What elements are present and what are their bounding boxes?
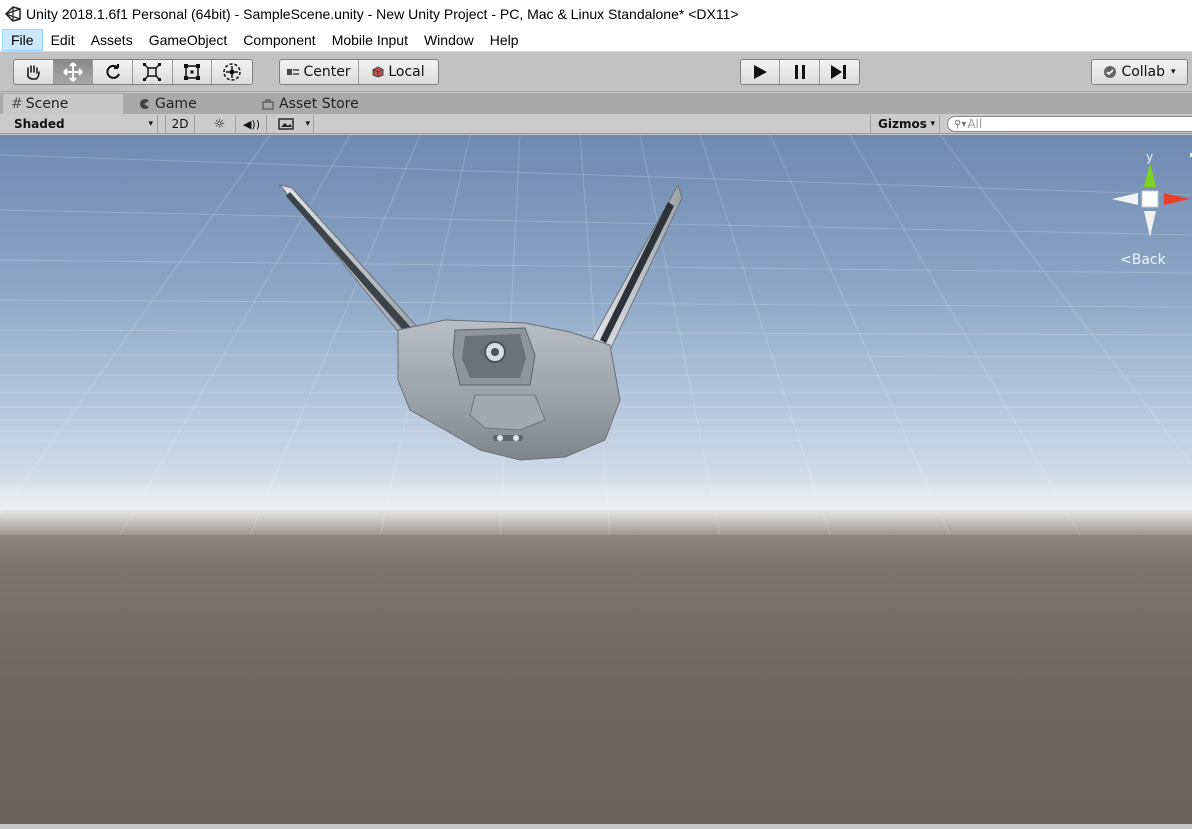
bottom-divider [0,824,1192,829]
tab-game[interactable]: Game [130,94,250,114]
chevron-down-icon: ▾ [930,119,935,129]
pause-icon [794,65,805,79]
tab-game-label: Game [155,96,197,112]
check-circle-icon [1104,66,1117,78]
window-title: Unity 2018.1.6f1 Personal (64bit) - Samp… [26,6,739,22]
tab-asset-store-label: Asset Store [279,96,359,112]
hand-icon [27,65,41,80]
audio-toggle[interactable]: ◀)) [237,115,267,133]
menu-file[interactable]: File [2,28,43,51]
rotate-icon [106,64,120,79]
scene-search-input[interactable]: ⚲▾ All [947,116,1192,132]
move-icon [63,62,83,82]
gizmo-y-label: y [1146,150,1153,164]
rotate-tool-button[interactable] [93,60,134,84]
scene-search-placeholder: All [967,117,983,131]
menu-window[interactable]: Window [416,29,482,51]
transform-icon [223,63,241,81]
lighting-toggle[interactable]: ☼ [204,115,236,133]
shading-mode-label: Shaded [14,117,65,131]
menu-bar: File Edit Assets GameObject Component Mo… [0,28,1192,52]
toggle-2d-label: 2D [171,117,189,131]
cube-icon [372,66,384,78]
gizmo-view-label[interactable]: <Back [1120,252,1166,268]
menu-assets[interactable]: Assets [83,29,141,51]
image-icon [278,118,294,130]
gizmo-center-cube[interactable] [1141,190,1159,208]
menu-mobile-input[interactable]: Mobile Input [324,29,416,51]
play-button[interactable] [741,60,781,84]
scale-icon [143,63,162,81]
orientation-gizmo[interactable]: y [1104,145,1192,255]
rect-icon [184,64,201,80]
pivot-local-label: Local [388,64,425,80]
scale-tool-button[interactable] [133,60,173,84]
title-bar: Unity 2018.1.6f1 Personal (64bit) - Samp… [0,0,1192,28]
speaker-icon: ◀)) [242,117,261,131]
transform-tool-button[interactable] [212,60,252,84]
chevron-down-icon: ▾ [1171,67,1176,77]
bag-icon [262,99,274,110]
hand-tool-button[interactable] [14,60,54,84]
gizmo-back-label: Back [1131,252,1166,268]
scene-viewport[interactable]: y <Back [0,135,1192,824]
chevron-left-icon: < [1120,252,1132,268]
main-toolbar: Center Local Collab ▾ [0,52,1192,92]
editor-tabs: # Scene Game Asset Store [0,93,1192,114]
pacman-icon [140,99,149,109]
toggle-2d-button[interactable]: 2D [165,115,195,133]
scene-options-bar: Shaded ▾ 2D ☼ ◀)) ▾ Gizmos ▾ ⚲▾ All [0,114,1192,134]
chevron-down-icon: ▾ [148,119,153,129]
shading-mode-dropdown[interactable]: Shaded ▾ [6,115,158,133]
grid-icon: # [11,96,23,112]
tab-asset-store[interactable]: Asset Store [254,94,394,114]
menu-gameobject[interactable]: GameObject [141,29,236,51]
collab-label: Collab [1121,64,1166,80]
collab-dropdown[interactable]: Collab ▾ [1091,59,1188,85]
pause-button[interactable] [780,60,820,84]
pivot-center-label: Center [303,64,351,80]
gizmo-y-arrow-icon[interactable] [1144,163,1156,187]
menu-edit[interactable]: Edit [43,29,83,51]
step-button[interactable] [820,60,859,84]
pivot-center-button[interactable]: Center [280,60,359,84]
spaceship-model [278,183,683,461]
unity-logo-icon [4,6,21,22]
step-icon [831,65,847,79]
move-tool-button[interactable] [53,60,94,84]
gizmos-label: Gizmos [878,117,927,131]
play-icon [754,65,768,79]
pivot-local-button[interactable]: Local [359,60,438,84]
tab-scene[interactable]: # Scene [3,94,123,114]
menu-component[interactable]: Component [235,29,323,51]
gizmo-neg-y-arrow-icon[interactable] [1144,211,1156,237]
transform-tools [13,59,253,85]
ground-plane [0,510,1192,824]
gizmos-dropdown[interactable]: Gizmos ▾ [870,115,940,133]
gizmo-neg-x-arrow-icon[interactable] [1112,193,1138,205]
pivot-controls: Center Local [279,59,439,85]
center-pivot-icon [287,69,300,75]
sun-icon: ☼ [213,116,226,132]
tab-scene-label: Scene [25,96,69,112]
search-icon: ⚲▾ [954,118,967,130]
menu-help[interactable]: Help [482,29,527,51]
chevron-down-icon: ▾ [305,119,310,129]
gizmo-x-arrow-icon[interactable] [1164,193,1190,205]
effects-dropdown[interactable]: ▾ [268,115,314,133]
rect-tool-button[interactable] [173,60,213,84]
play-controls [740,59,860,85]
collab-button[interactable]: Collab ▾ [1092,60,1187,84]
